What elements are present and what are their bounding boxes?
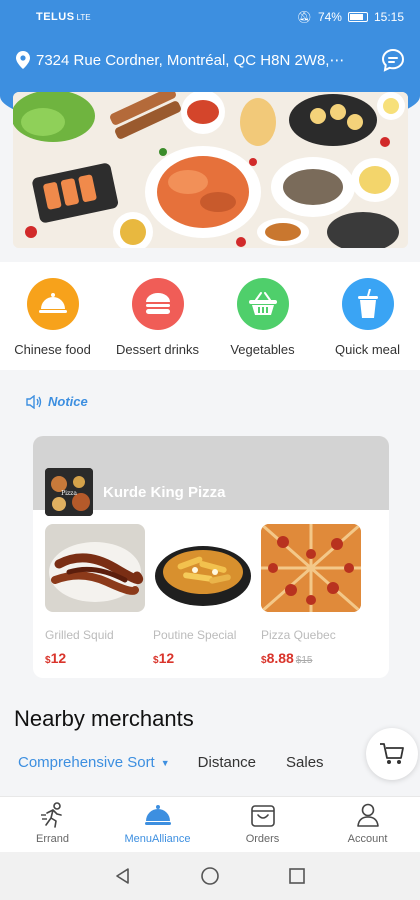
system-nav-bar xyxy=(0,852,420,900)
category-quick-meal[interactable]: Quick meal xyxy=(318,278,418,370)
mute-icon: 🔕︎ xyxy=(296,10,312,24)
network-label: LTE xyxy=(76,12,91,22)
nearby-merchants-title: Nearby merchants xyxy=(14,706,194,731)
tab-label: Account xyxy=(347,833,388,845)
shop-logo: Pizza xyxy=(45,468,93,516)
category-label: Quick meal xyxy=(334,342,401,357)
dish-name: Poutine Special xyxy=(153,628,237,642)
dish-image-poutine xyxy=(153,524,253,612)
dish-price: $12 xyxy=(153,650,175,666)
back-icon[interactable] xyxy=(114,867,132,885)
dish-name: Pizza Quebec xyxy=(261,628,336,642)
battery-icon xyxy=(347,12,368,22)
sort-comprehensive[interactable]: Comprehensive Sort ▼ xyxy=(18,754,170,771)
category-bubble xyxy=(131,278,184,330)
drink-cup-icon xyxy=(357,289,378,318)
category-chinese-food[interactable]: Chinese food xyxy=(3,278,103,370)
category-row: Chinese food Dessert drinks Vegetables Q… xyxy=(0,262,420,370)
dish-price: $12 xyxy=(45,650,67,666)
dish-original-price: $15 xyxy=(295,655,313,666)
dish-image-grilled-squid xyxy=(45,524,145,612)
category-label: Dessert drinks xyxy=(115,342,200,357)
food-spread-image xyxy=(13,92,408,248)
battery-percent: 74% xyxy=(317,10,342,24)
caret-down-icon: ▼ xyxy=(160,757,170,768)
address-bar[interactable]: 7324 Rue Cordner, Montréal, QC H8N 2W8,⋯ xyxy=(16,46,406,74)
notice-label: Notice xyxy=(48,394,88,409)
status-bar: TELUS LTE 🔕︎ 74% 15:15 xyxy=(0,0,420,34)
cloche-icon xyxy=(144,805,171,825)
burger-icon xyxy=(145,293,170,314)
tab-menualliance[interactable]: MenuAlliance xyxy=(113,797,203,852)
delivery-address[interactable]: 7324 Rue Cordner, Montréal, QC H8N 2W8,⋯ xyxy=(36,51,372,69)
tab-label: MenuAlliance xyxy=(124,833,191,845)
category-label: Vegetables xyxy=(230,342,295,357)
sort-distance[interactable]: Distance xyxy=(198,754,256,771)
cart-icon xyxy=(380,743,404,764)
person-icon xyxy=(356,803,379,827)
category-bubble xyxy=(26,278,79,330)
carrier-label: TELUS xyxy=(36,11,75,23)
cloche-icon xyxy=(38,293,67,313)
tab-errand[interactable]: Errand xyxy=(8,797,98,852)
sort-sales[interactable]: Sales xyxy=(286,754,324,771)
runner-icon xyxy=(40,802,62,828)
speaker-icon xyxy=(26,394,42,409)
sort-options: Comprehensive Sort ▼ Distance Sales xyxy=(18,754,324,771)
home-icon[interactable] xyxy=(200,866,220,886)
dish-name: Grilled Squid xyxy=(45,628,114,642)
location-pin-icon xyxy=(16,51,30,69)
tab-orders[interactable]: Orders xyxy=(218,797,308,852)
category-label: Chinese food xyxy=(14,342,91,357)
recents-icon[interactable] xyxy=(288,867,306,885)
dish-price: $8.88 $15 xyxy=(261,650,313,666)
category-bubble xyxy=(236,278,289,330)
dish-item[interactable]: Poutine Special $12 xyxy=(153,524,253,666)
category-bubble xyxy=(341,278,394,330)
tab-label: Orders xyxy=(245,833,280,845)
svg-text:Pizza: Pizza xyxy=(61,490,77,497)
featured-shop-card[interactable]: Pizza Kurde King Pizza Grilled Squid $12 xyxy=(33,436,389,678)
basket-icon xyxy=(248,292,277,315)
shop-name[interactable]: Kurde King Pizza xyxy=(103,484,226,501)
cart-button[interactable] xyxy=(366,728,418,780)
tab-label: Errand xyxy=(35,833,70,845)
dish-item[interactable]: Grilled Squid $12 xyxy=(45,524,145,666)
promo-banner[interactable] xyxy=(13,92,408,248)
notice-bar[interactable]: Notice xyxy=(26,394,88,409)
tab-account[interactable]: Account xyxy=(323,797,413,852)
dish-list: Grilled Squid $12 Poutine Special $12 Pi… xyxy=(45,524,361,666)
shopping-bag-icon xyxy=(250,805,275,827)
category-vegetables[interactable]: Vegetables xyxy=(213,278,313,370)
clock: 15:15 xyxy=(373,10,404,24)
category-dessert-drinks[interactable]: Dessert drinks xyxy=(108,278,208,370)
bottom-tab-bar: Errand MenuAlliance Orders Account xyxy=(0,796,420,852)
dish-item[interactable]: Pizza Quebec $8.88 $15 xyxy=(261,524,361,666)
message-icon[interactable] xyxy=(380,47,406,73)
dish-image-pizza xyxy=(261,524,361,612)
